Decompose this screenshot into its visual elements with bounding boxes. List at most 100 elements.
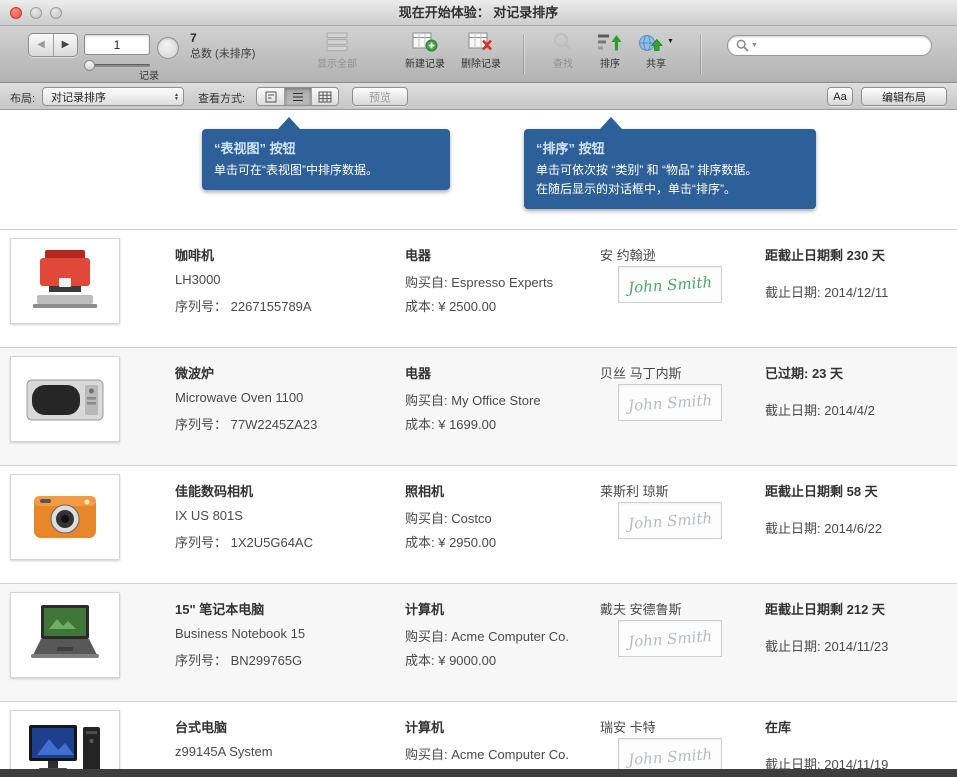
next-record-button[interactable]: ▶ [53,34,77,56]
item-model: Business Notebook 15 [175,626,305,641]
filemaker-window: 现在开始体验： 对记录排序 ◀ ▶ 7 总数 (未排序) 记录 显示全部 新建记… [0,0,957,777]
layout-dropdown-value: 对记录排序 [51,89,174,105]
item-name: 佳能数码相机 [175,481,253,500]
table-view-callout: “表视图” 按钮 单击可在“表视图”中排序数据。 [202,129,450,190]
due-date: 截止日期: 2014/6/22 [765,518,882,537]
item-serial: 序列号： 2267155789A [175,296,312,315]
due-date: 截止日期: 2014/12/11 [765,282,888,301]
item-category: 电器 [405,363,431,382]
record-row[interactable]: 台式电脑 z99145A System 计算机 购买自: Acme Comput… [0,701,957,769]
signature-text: John Smith [627,391,712,415]
due-date: 截止日期: 2014/11/19 [765,754,888,769]
laptop-photo[interactable] [10,592,120,678]
warranty-status: 已过期: 23 天 [765,363,843,382]
search-icon [736,39,749,52]
item-model: Microwave Oven 1100 [175,390,303,405]
record-row[interactable]: 佳能数码相机 IX US 801S 序列号： 1X2U5G64AC 照相机 购买… [0,465,957,583]
item-model: LH3000 [175,272,221,287]
close-button[interactable] [10,7,22,19]
delete-record-icon [468,31,494,52]
new-record-button[interactable]: 新建记录 [395,31,455,70]
owner-name: 戴夫 安德鲁斯 [600,599,682,618]
found-set-dial-icon [157,37,179,59]
item-serial: 序列号： 77W2245ZA23 [175,414,317,433]
search-scope-caret-icon: ▼ [751,42,758,49]
desktop-computer-photo[interactable] [10,710,120,769]
find-icon [552,31,574,52]
microwave-photo[interactable] [10,356,120,442]
layout-bar: 布局: 对记录排序 ▲▼ 查看方式: [0,83,957,110]
form-view-button[interactable] [257,88,284,105]
new-record-icon [412,31,438,52]
signature-field[interactable]: John Smith [618,384,722,421]
callout-text: 单击可依次按 “类别” 和 “物品” 排序数据。 [536,161,804,180]
status-toolbar: ◀ ▶ 7 总数 (未排序) 记录 显示全部 新建记录 [0,26,957,83]
item-model: IX US 801S [175,508,243,523]
previous-record-button[interactable]: ◀ [29,34,53,56]
zoom-button[interactable] [50,7,62,19]
due-date: 截止日期: 2014/11/23 [765,636,888,655]
record-list: 咖啡机 LH3000 序列号： 2267155789A 电器 购买自: Espr… [0,229,957,769]
show-all-label: 显示全部 [317,55,357,70]
signature-field[interactable]: John Smith [618,620,722,657]
item-name: 微波炉 [175,363,214,382]
record-row[interactable]: 15" 笔记本电脑 Business Notebook 15 序列号： BN29… [0,583,957,701]
camera-photo[interactable] [10,474,120,560]
record-navigation: ◀ ▶ [28,33,78,57]
layout-dropdown[interactable]: 对记录排序 ▲▼ [42,87,184,106]
toolbar-separator [523,34,524,74]
window-bottom-edge [0,769,957,777]
warranty-status: 距截止日期剩 58 天 [765,481,878,500]
signature-field[interactable]: John Smith [618,266,722,303]
signature-field[interactable]: John Smith [618,738,722,769]
text-formatting-button[interactable]: Aa [827,87,853,106]
share-button[interactable]: ▼ 共享 [626,31,686,70]
dropdown-arrows-icon: ▲▼ [174,93,179,101]
signature-text: John Smith [627,627,712,651]
layout-content: “表视图” 按钮 单击可在“表视图”中排序数据。 “排序” 按钮 单击可依次按 … [0,111,957,769]
item-name: 台式电脑 [175,717,227,736]
item-serial: 序列号： 1X2U5G64AC [175,532,313,551]
quick-find-input[interactable]: ▼ [727,35,932,56]
form-view-icon [265,91,277,103]
sort-icon [597,31,623,52]
item-purchased-from: 购买自: Acme Computer Co. [405,744,569,763]
delete-record-button[interactable]: 删除记录 [451,31,511,70]
total-record-label: 总数 (未排序) [190,45,255,61]
preview-button[interactable]: 预览 [352,87,408,106]
minimize-button[interactable] [30,7,42,19]
record-row[interactable]: 微波炉 Microwave Oven 1100 序列号： 77W2245ZA23… [0,347,957,465]
layout-label: 布局: [10,90,35,106]
signature-text: John Smith [627,745,712,769]
record-slider-thumb[interactable] [84,60,95,71]
record-row[interactable]: 咖啡机 LH3000 序列号： 2267155789A 电器 购买自: Espr… [0,229,957,347]
signature-text: John Smith [627,273,712,297]
owner-name: 瑞安 卡特 [600,717,656,736]
item-serial: 序列号： BN299765G [175,650,302,669]
view-mode-segmented-control [256,87,339,106]
due-date: 截止日期: 2014/4/2 [765,400,875,419]
callout-text: 单击可在“表视图”中排序数据。 [214,161,438,180]
item-category: 计算机 [405,717,444,736]
show-all-button[interactable]: 显示全部 [307,31,367,70]
table-view-button[interactable] [311,88,338,105]
item-purchased-from: 购买自: My Office Store [405,390,541,409]
signature-text: John Smith [627,509,712,533]
warranty-status: 距截止日期剩 212 天 [765,599,885,618]
edit-layout-button[interactable]: 编辑布局 [861,87,947,106]
signature-field[interactable]: John Smith [618,502,722,539]
coffee-machine-photo[interactable] [10,238,120,324]
show-all-icon [325,31,349,52]
list-view-icon [292,91,304,103]
warranty-status: 距截止日期剩 230 天 [765,245,885,264]
sort-callout: “排序” 按钮 单击可依次按 “类别” 和 “物品” 排序数据。 在随后显示的对… [524,129,816,209]
list-view-button[interactable] [284,88,311,105]
callout-text: 在随后显示的对话框中，单击“排序”。 [536,180,804,199]
item-purchased-from: 购买自: Costco [405,508,492,527]
current-record-input[interactable] [84,34,150,55]
title-bar: 现在开始体验： 对记录排序 [0,0,957,26]
view-mode-label: 查看方式: [198,90,245,106]
toolbar-separator [700,34,701,74]
total-record-count: 7 [190,31,197,45]
warranty-status: 在库 [765,717,791,736]
